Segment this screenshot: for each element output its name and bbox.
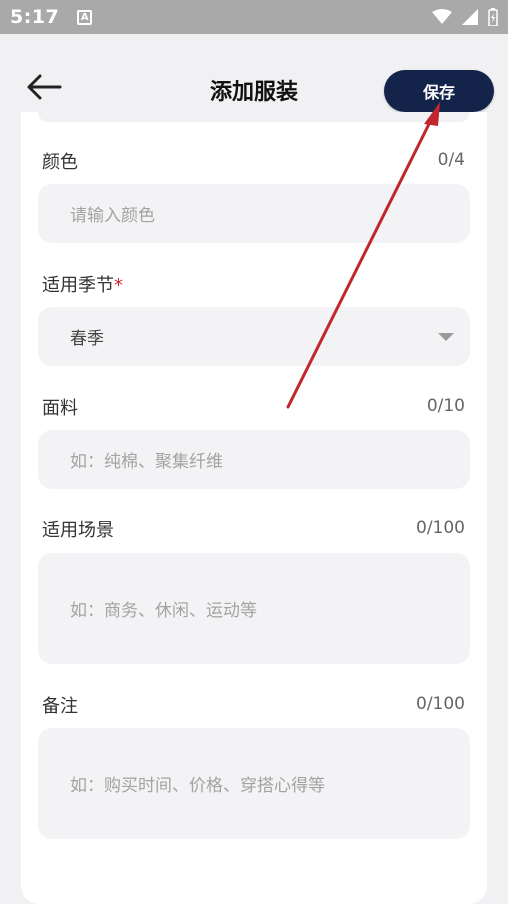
fabric-counter: 0/10 [426, 396, 465, 416]
caret-down-icon [438, 333, 454, 341]
season-select[interactable]: 春季 [38, 307, 470, 366]
season-label: 适用季节* [42, 271, 123, 297]
wifi-icon [432, 9, 452, 24]
scene-textarea[interactable]: 如：商务、休闲、运动等 [38, 553, 470, 664]
status-time: 5:17 [10, 6, 60, 28]
scene-counter: 0/100 [416, 518, 465, 538]
app-screen: 5:17 A 添加服装 保存 颜色 0/4 请输入颜色 适用季节* 春季 面料 … [0, 0, 508, 904]
signal-icon [462, 9, 478, 25]
color-input[interactable]: 请输入颜色 [38, 184, 470, 243]
status-icons [432, 8, 498, 26]
color-counter: 0/4 [437, 150, 465, 170]
save-button[interactable]: 保存 [384, 70, 494, 112]
color-label: 颜色 [42, 152, 78, 173]
required-mark: * [114, 275, 123, 296]
status-bar: 5:17 A [0, 0, 508, 34]
top-app-bar: 添加服装 保存 [0, 34, 508, 112]
fabric-label: 面料 [42, 398, 78, 419]
battery-icon [488, 8, 498, 26]
scene-label: 适用场景 [42, 520, 114, 541]
notification-icon: A [77, 9, 93, 25]
notes-textarea[interactable]: 如：购买时间、价格、穿搭心得等 [38, 728, 470, 839]
fabric-placeholder: 如：纯棉、聚集纤维 [70, 452, 223, 472]
previous-field-input[interactable] [38, 112, 470, 122]
color-placeholder: 请输入颜色 [70, 206, 155, 226]
scene-placeholder: 如：商务、休闲、运动等 [70, 601, 257, 621]
season-label-text: 适用季节 [42, 275, 114, 296]
notes-placeholder: 如：购买时间、价格、穿搭心得等 [70, 776, 325, 796]
fabric-input[interactable]: 如：纯棉、聚集纤维 [38, 430, 470, 489]
notes-counter: 0/100 [416, 694, 465, 714]
notes-label: 备注 [42, 696, 78, 717]
season-value: 春季 [70, 329, 104, 349]
